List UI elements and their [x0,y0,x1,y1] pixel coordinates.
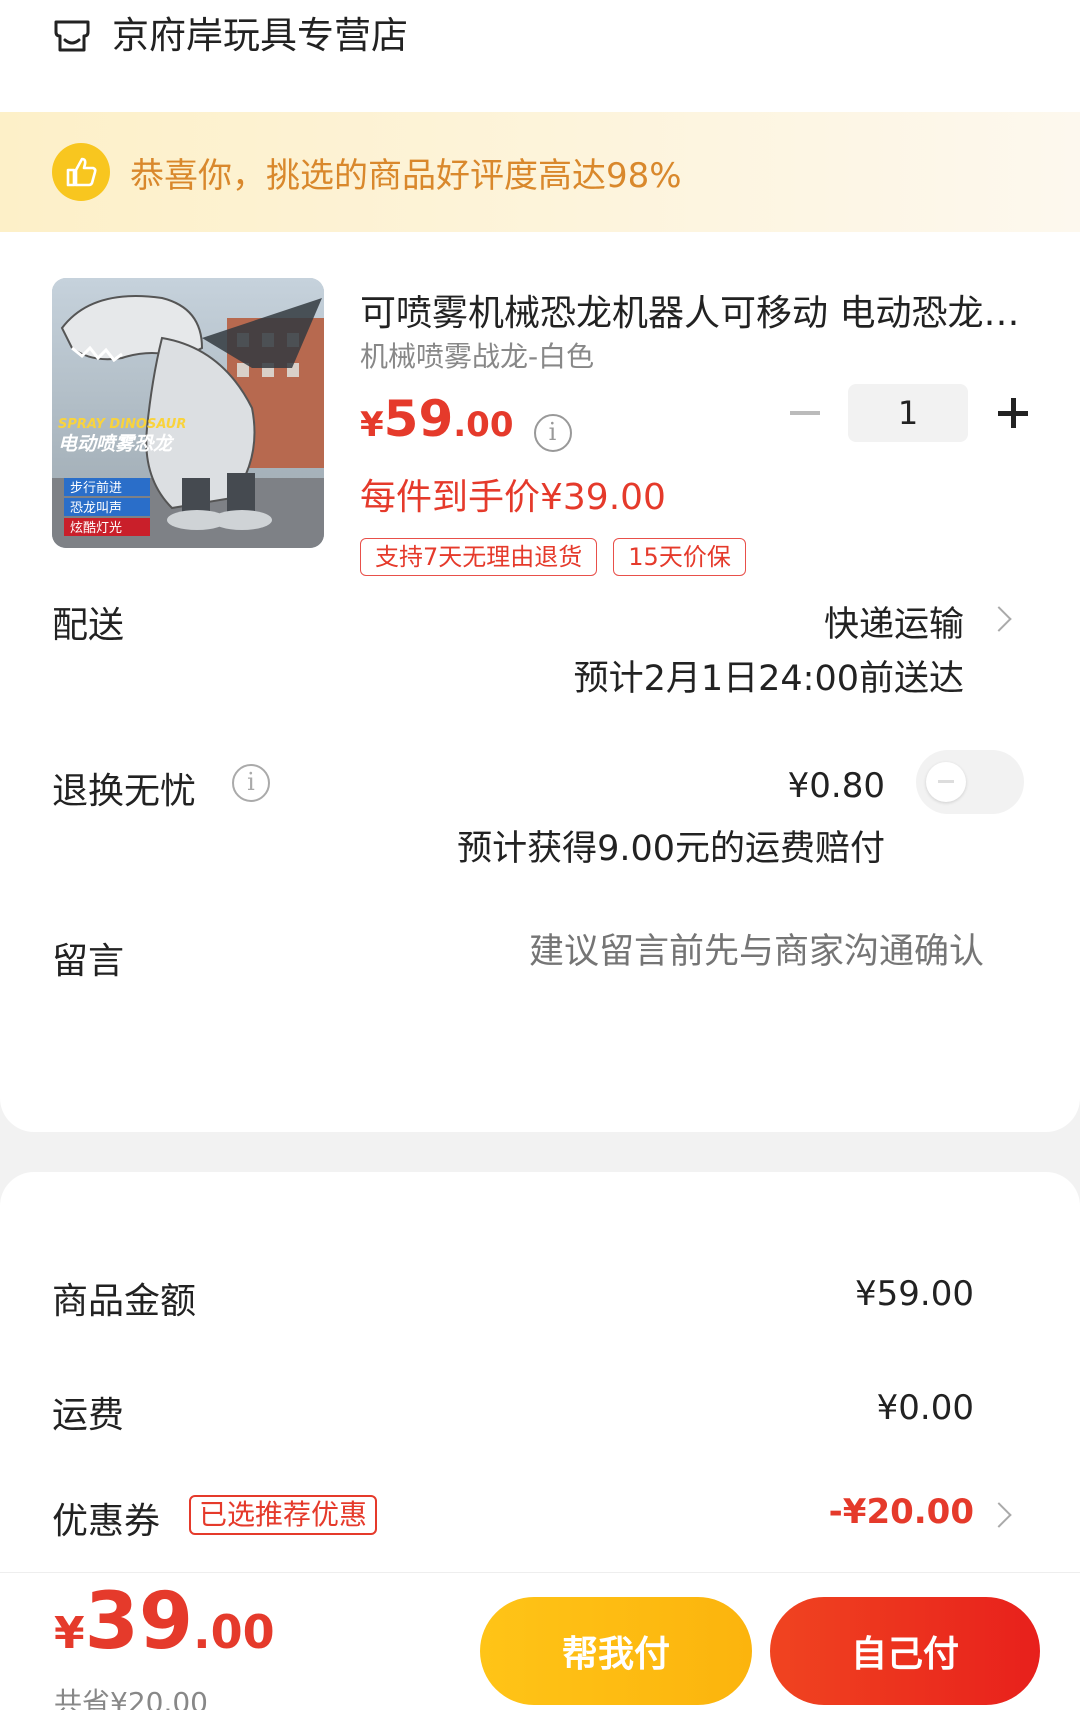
tag-price-protection: 15天价保 [613,538,746,576]
product-image[interactable]: SPRAY DINOSAUR 电动喷雾恐龙 步行前进 恐龙叫声 炫酷灯光 [52,278,324,548]
total-decimal: .00 [193,1605,275,1659]
return-toggle[interactable] [916,750,1024,814]
checkout-bar: ¥ 39 .00 共省¥20.00 帮我付 自己付 [0,1572,1080,1710]
quantity-increase-button[interactable] [988,385,1038,441]
price-decimal: .00 [453,405,514,445]
order-card: SPRAY DINOSAUR 电动喷雾恐龙 步行前进 恐龙叫声 炫酷灯光 可喷雾… [0,232,1080,1132]
quantity-decrease-button[interactable] [780,385,830,441]
total-symbol: ¥ [54,1608,85,1659]
delivery-label: 配送 [52,605,125,646]
price-symbol: ¥ [360,405,384,445]
total-price: ¥ 39 .00 [54,1583,275,1661]
return-info-icon[interactable]: i [232,764,270,802]
unit-price: ¥ 59 .00 i [360,390,572,452]
return-label: 退换无忧 [52,771,197,812]
image-feature-3: 炫酷灯光 [70,520,122,536]
image-product-name: 电动喷雾恐龙 [58,433,175,455]
service-tags: 支持7天无理由退货 15天价保 [360,538,762,576]
praise-banner: 恭喜你，挑选的商品好评度高达98% [0,112,1080,232]
image-feature-2: 恐龙叫声 [70,501,122,516]
delivery-eta: 预计2月1日24:00前送达 [573,659,964,699]
goods-amount-label: 商品金额 [52,1281,197,1322]
summary-card: 商品金额 ¥59.00 运费 ¥0.00 优惠券 已选推荐优惠 -¥20.00 [0,1172,1080,1572]
praise-text: 恭喜你，挑选的商品好评度高达98% [130,155,682,196]
product-spec[interactable]: 机械喷雾战龙-白色 [360,335,594,375]
help-pay-button[interactable]: 帮我付 [480,1597,752,1705]
message-input[interactable] [424,932,984,972]
shipping-label: 运费 [52,1395,125,1436]
self-pay-button[interactable]: 自己付 [770,1597,1040,1705]
quantity-stepper: 1 [780,384,1038,442]
total-integer: 39 [84,1577,194,1667]
coupon-value[interactable]: -¥20.00 [829,1492,974,1532]
price-info-icon[interactable]: i [533,414,572,452]
minus-icon [790,411,820,415]
price-integer: 59 [383,390,454,448]
message-label: 留言 [52,941,125,982]
shop-icon [54,20,90,52]
goods-amount-value: ¥59.00 [855,1274,974,1314]
coupon-label: 优惠券 [52,1501,161,1542]
toggle-knob [926,762,966,802]
saved-amount: 共省¥20.00 [54,1686,208,1710]
shop-header[interactable]: 京府岸玩具专营店 [0,0,1080,112]
delivery-method[interactable]: 快递运输 [824,596,964,647]
image-brand-text: SPRAY DINOSAUR [58,417,186,432]
delivery-chevron-icon[interactable] [986,606,1012,632]
product-title[interactable]: 可喷雾机械恐龙机器人可移动 电动恐龙玩具 [360,284,1020,336]
thumbs-up-icon [52,143,110,201]
final-price: 每件到手价¥39.00 [360,477,666,518]
return-price: ¥0.80 [787,766,885,806]
coupon-chevron-icon[interactable] [986,1502,1012,1528]
shop-name: 京府岸玩具专营店 [112,14,408,57]
coupon-tag[interactable]: 已选推荐优惠 [189,1495,378,1535]
tag-return-policy: 支持7天无理由退货 [360,538,598,576]
quantity-value[interactable]: 1 [848,384,968,442]
image-feature-1: 步行前进 [70,480,122,496]
shipping-value: ¥0.00 [876,1388,974,1428]
return-note: 预计获得9.00元的运费赔付 [457,829,885,869]
